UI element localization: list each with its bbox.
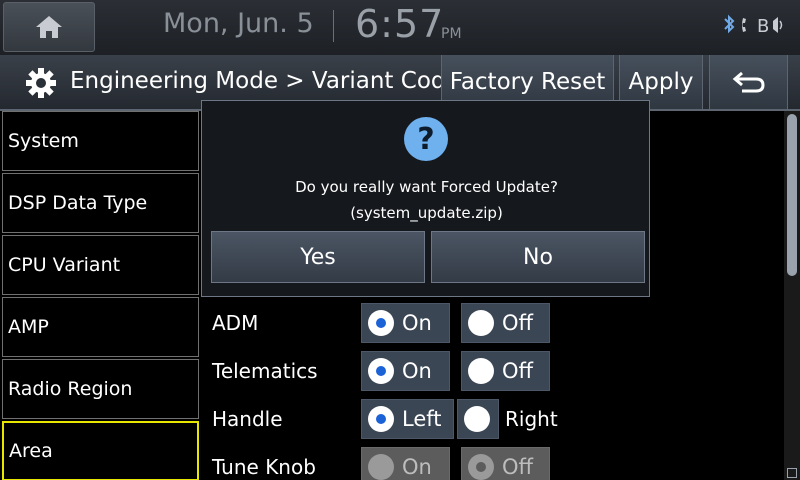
radio-label: Left — [402, 407, 442, 431]
option-label-tune-knob: Tune Knob — [212, 455, 316, 479]
bluetooth-audio-icon: B — [757, 16, 783, 37]
radio-label: On — [402, 455, 432, 479]
sidebar-item-system[interactable]: System — [2, 111, 199, 171]
yes-button[interactable]: Yes — [211, 231, 425, 283]
sidebar-item-label: CPU Variant — [8, 254, 121, 276]
sidebar: System DSP Data Type CPU Variant AMP Rad… — [0, 111, 200, 480]
sidebar-item-cpu-variant[interactable]: CPU Variant — [2, 235, 199, 295]
status-date: Mon, Jun. 5 — [163, 8, 314, 39]
radio-selected-icon — [368, 310, 394, 336]
radio-unselected-icon — [368, 454, 394, 480]
no-button[interactable]: No — [431, 231, 645, 283]
radio-unselected-icon — [468, 310, 494, 336]
gear-icon — [26, 68, 56, 98]
scrollbar[interactable] — [784, 111, 800, 480]
tune-knob-on-radio[interactable]: On — [361, 447, 450, 480]
scroll-down-arrow-icon[interactable] — [787, 468, 797, 478]
adm-on-radio[interactable]: On — [361, 303, 450, 343]
status-icons: B — [722, 13, 786, 37]
option-label-handle: Handle — [212, 407, 283, 431]
radio-label: Off — [502, 455, 533, 479]
adm-off-radio[interactable]: Off — [461, 303, 550, 343]
telematics-on-radio[interactable]: On — [361, 351, 450, 391]
sidebar-item-amp[interactable]: AMP — [2, 297, 199, 357]
scrollbar-thumb[interactable] — [787, 114, 797, 276]
dialog-filename: (system_update.zip) — [350, 204, 503, 222]
sidebar-item-label: AMP — [8, 316, 49, 338]
tune-knob-off-radio[interactable]: Off — [461, 447, 550, 480]
question-icon: ? — [404, 117, 448, 161]
page-title: Engineering Mode > Variant Coding — [70, 68, 482, 94]
radio-selected-icon — [468, 454, 494, 480]
sidebar-item-area[interactable]: Area — [2, 421, 199, 480]
radio-label: On — [402, 359, 432, 383]
handle-left-radio[interactable]: Left — [361, 399, 454, 439]
radio-selected-icon — [368, 358, 394, 384]
sidebar-item-label: System — [8, 130, 79, 152]
sidebar-item-label: DSP Data Type — [8, 192, 148, 214]
status-bar: Mon, Jun. 5 6:57 PM B — [0, 0, 800, 55]
sidebar-item-label: Area — [9, 440, 53, 462]
option-label-telematics: Telematics — [212, 359, 318, 383]
radio-label: Off — [502, 359, 533, 383]
status-divider — [333, 10, 334, 42]
telematics-off-radio[interactable]: Off — [461, 351, 550, 391]
svg-text:B: B — [757, 16, 769, 37]
sidebar-item-dsp-data-type[interactable]: DSP Data Type — [2, 173, 199, 233]
confirm-dialog: ? Do you really want Forced Update? (sys… — [201, 100, 650, 297]
radio-label: On — [402, 311, 432, 335]
bluetooth-icon — [724, 14, 735, 34]
home-icon — [36, 16, 62, 38]
call-icon — [742, 18, 746, 32]
home-button[interactable] — [3, 2, 95, 52]
radio-label: Off — [502, 311, 533, 335]
handle-right-label: Right — [505, 407, 558, 431]
sidebar-item-radio-region[interactable]: Radio Region — [2, 359, 199, 419]
back-arrow-icon — [732, 71, 765, 93]
status-time: 6:57 — [355, 2, 445, 46]
radio-unselected-icon — [464, 406, 490, 432]
option-label-adm: ADM — [212, 311, 259, 335]
radio-unselected-icon — [468, 358, 494, 384]
status-ampm: PM — [441, 26, 462, 42]
handle-right-radio[interactable] — [457, 399, 499, 439]
dialog-message: Do you really want Forced Update? — [295, 178, 558, 196]
radio-selected-icon — [368, 406, 394, 432]
back-button[interactable] — [709, 55, 788, 109]
sidebar-item-label: Radio Region — [8, 378, 133, 400]
